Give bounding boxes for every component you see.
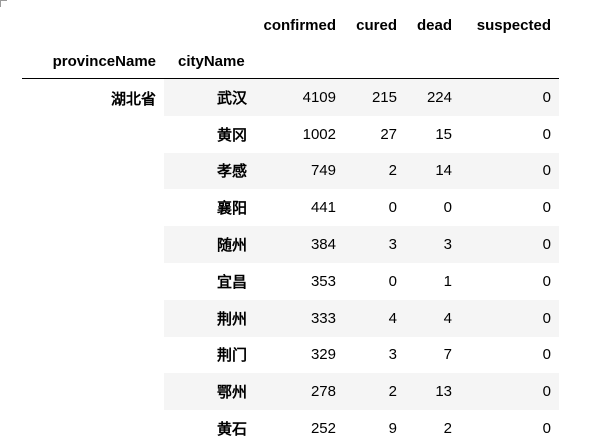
cell-dead: 14 (405, 152, 460, 190)
cell-dead: 0 (405, 189, 460, 227)
table-body: 湖北省 武汉 4109 215 224 0 黄冈 1002 27 15 0 孝感 749 2 14 0 襄阳 44… (22, 78, 559, 447)
header-blank-cell (22, 4, 164, 44)
cell-suspected: 0 (460, 410, 559, 447)
column-header-confirmed: confirmed (263, 16, 336, 34)
cell-confirmed: 384 (255, 226, 344, 263)
cell-confirmed: 749 (255, 152, 344, 190)
row-index-city: 黄石 (164, 410, 255, 447)
header-blank-cell (405, 44, 460, 79)
header-blank-cell (255, 44, 344, 79)
header-blank-cell (164, 4, 255, 44)
cell-cured: 0 (344, 262, 405, 300)
cell-confirmed: 1002 (255, 115, 344, 153)
index-header-city: cityName (164, 44, 255, 79)
cell-cured: 3 (344, 226, 405, 263)
cell-cured: 9 (344, 410, 405, 447)
index-header-province: provinceName (22, 44, 164, 79)
cell-suspected: 0 (460, 152, 559, 190)
row-index-city: 孝感 (164, 152, 255, 190)
cell-dead: 13 (405, 373, 460, 411)
cell-dead: 7 (405, 336, 460, 374)
column-header-row: confirmed cured dead suspected (22, 4, 559, 44)
cell-suspected: 0 (460, 262, 559, 300)
index-header-row: provinceName cityName (22, 44, 559, 79)
cell-cured: 2 (344, 152, 405, 190)
cell-confirmed: 4109 (255, 78, 344, 116)
cell-dead: 4 (405, 299, 460, 337)
row-index-city: 鄂州 (164, 373, 255, 411)
cell-confirmed: 252 (255, 410, 344, 447)
cell-confirmed: 329 (255, 336, 344, 374)
column-header-dead: dead (416, 16, 452, 34)
cell-dead: 3 (405, 226, 460, 263)
cell-cured: 4 (344, 299, 405, 337)
table-header: confirmed cured dead suspected provinceN… (22, 4, 559, 79)
column-header-suspected: suspected (476, 16, 551, 34)
row-index-city: 黄冈 (164, 115, 255, 153)
row-index-city: 宜昌 (164, 262, 255, 300)
cell-confirmed: 333 (255, 299, 344, 337)
output-corner-mark (0, 0, 7, 7)
cell-dead: 1 (405, 262, 460, 300)
cell-suspected: 0 (460, 226, 559, 263)
cell-suspected: 0 (460, 299, 559, 337)
cell-cured: 0 (344, 189, 405, 227)
cell-confirmed: 353 (255, 262, 344, 300)
row-index-city: 荆州 (164, 299, 255, 337)
cell-cured: 2 (344, 373, 405, 411)
cell-suspected: 0 (460, 336, 559, 374)
cell-dead: 2 (405, 410, 460, 447)
header-blank-cell (344, 44, 405, 79)
cell-suspected: 0 (460, 373, 559, 411)
row-index-province: 湖北省 (22, 78, 164, 447)
cell-dead: 224 (405, 78, 460, 116)
cell-suspected: 0 (460, 115, 559, 153)
row-index-city: 随州 (164, 226, 255, 263)
cell-dead: 15 (405, 115, 460, 153)
row-index-city: 荆门 (164, 336, 255, 374)
header-blank-cell (460, 44, 559, 79)
cell-suspected: 0 (460, 78, 559, 116)
cell-confirmed: 278 (255, 373, 344, 411)
cell-confirmed: 441 (255, 189, 344, 227)
row-index-city: 武汉 (164, 78, 255, 116)
column-header-cured: cured (356, 16, 397, 34)
cell-cured: 3 (344, 336, 405, 374)
cell-suspected: 0 (460, 189, 559, 227)
cell-cured: 27 (344, 115, 405, 153)
row-index-city: 襄阳 (164, 189, 255, 227)
cell-cured: 215 (344, 78, 405, 116)
dataframe-table: confirmed cured dead suspected provinceN… (22, 4, 559, 447)
table-row: 湖北省 武汉 4109 215 224 0 (22, 78, 559, 447)
